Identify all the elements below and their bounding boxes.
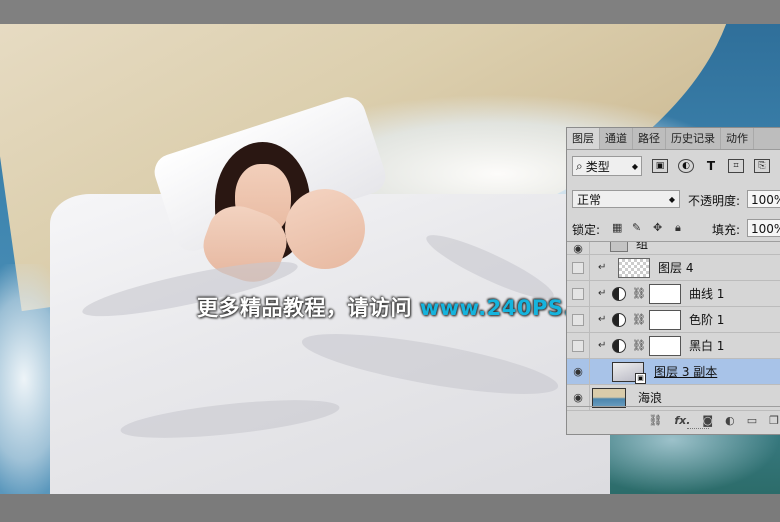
window-top-frame <box>0 0 780 24</box>
watermark-cn: 更多精品教程，请访问 <box>197 296 412 320</box>
opacity-label: 不透明度: <box>688 194 741 208</box>
tab-layers[interactable]: 图层 <box>567 128 600 149</box>
smart-object-icon: ▣ <box>635 372 646 384</box>
layer-mask-thumbnail <box>648 309 681 330</box>
dropdown-arrow-icon: ◆ <box>631 161 638 171</box>
resize-grip[interactable] <box>687 428 709 432</box>
layer-thumbnail <box>592 387 626 408</box>
layer-name[interactable]: 黑白 1 <box>689 337 724 354</box>
watermark-text: 更多精品教程，请访问 www.240PS.com <box>197 292 622 322</box>
tab-history[interactable]: 历史记录 <box>666 128 721 149</box>
smart-object-filter-icon[interactable]: ⎘ <box>754 159 770 173</box>
layer-list: ◉ 组 ↵ 图层 4 ↵ ⛓︎ 曲线 1 ↵ ⛓︎ 色阶 1 ↵ ⛓︎ 黑白 1… <box>567 242 780 411</box>
layer-name[interactable]: 海浪 <box>638 389 662 406</box>
link-icon[interactable]: ⛓︎ <box>648 414 662 427</box>
type-filter-icon[interactable]: T <box>704 160 718 172</box>
layer-row[interactable]: ↵ ⛓︎ 色阶 1 <box>567 307 780 333</box>
layer-row[interactable]: ↵ 图层 4 <box>567 255 780 281</box>
eye-icon[interactable]: ◉ <box>567 359 590 384</box>
clipping-arrow-icon: ↵ <box>598 314 607 325</box>
search-icon: ⌕ <box>576 158 583 173</box>
layer-row-selected[interactable]: ◉ ▣ 图层 3 副本 <box>567 359 780 385</box>
folder-icon[interactable]: ▭ <box>747 414 757 427</box>
lock-transparency-icon[interactable]: ▦ <box>612 221 622 234</box>
link-icon: ⛓︎ <box>632 287 646 300</box>
fill-label: 填充: <box>712 223 741 237</box>
filter-kind-label: 类型 <box>585 159 610 174</box>
window-bottom-frame <box>0 494 780 522</box>
opacity-input[interactable]: 100% <box>747 190 780 208</box>
folder-icon <box>610 242 628 252</box>
layer-row-group[interactable]: ◉ 组 <box>567 242 780 255</box>
tab-channels[interactable]: 通道 <box>600 128 633 149</box>
clipping-arrow-icon: ↵ <box>598 340 607 351</box>
panel-footer: ⛓︎ fx. ◙ ◐ ▭ ❐ <box>567 406 780 433</box>
fx-icon[interactable]: fx. <box>674 414 690 427</box>
adjustment-icon <box>612 312 626 327</box>
blend-mode-value: 正常 <box>577 193 602 207</box>
layer-name[interactable]: 图层 3 副本 <box>654 363 717 380</box>
link-icon: ⛓︎ <box>632 339 646 352</box>
tab-actions[interactable]: 动作 <box>721 128 754 149</box>
adjustment-icon <box>612 338 626 353</box>
new-layer-icon[interactable]: ❐ <box>769 414 779 427</box>
lock-brush-icon[interactable]: ✎ <box>632 221 641 234</box>
blend-mode-select[interactable]: 正常 ◆ <box>572 190 680 208</box>
visibility-toggle[interactable] <box>567 333 590 358</box>
lock-label: 锁定: <box>572 223 601 237</box>
layers-panel: 图层 通道 路径 历史记录 动作 ⌕ 类型 ◆ ▣ ◐ T ⌗ ⎘ 正常 ◆ 不… <box>566 127 780 435</box>
tab-paths[interactable]: 路径 <box>633 128 666 149</box>
layer-thumbnail <box>618 257 650 278</box>
link-icon: ⛓︎ <box>632 313 646 326</box>
layer-mask-thumbnail <box>648 335 681 356</box>
layer-row[interactable]: ↵ ⛓︎ 黑白 1 <box>567 333 780 359</box>
layer-thumbnail: ▣ <box>612 361 646 384</box>
adjustment-filter-icon[interactable]: ◐ <box>678 159 694 173</box>
filter-kind-select[interactable]: ⌕ 类型 ◆ <box>572 156 642 176</box>
layer-name[interactable]: 曲线 1 <box>689 285 724 302</box>
panel-tabs: 图层 通道 路径 历史记录 动作 <box>567 128 780 150</box>
layer-name[interactable]: 图层 4 <box>658 259 693 276</box>
dropdown-arrow-icon: ◆ <box>668 195 675 204</box>
layer-name: 组 <box>636 242 649 251</box>
filter-row: ⌕ 类型 ◆ ▣ ◐ T ⌗ ⎘ <box>572 156 770 176</box>
lock-move-icon[interactable]: ✥ <box>653 221 662 234</box>
layer-mask-thumbnail <box>648 283 681 304</box>
lock-all-icon[interactable]: 🔒︎ <box>675 221 681 235</box>
visibility-toggle[interactable] <box>567 307 590 332</box>
layer-name[interactable]: 色阶 1 <box>689 311 724 328</box>
mask-icon[interactable]: ◙ <box>702 414 713 427</box>
woman-shoulder <box>285 189 365 269</box>
pixel-filter-icon[interactable]: ▣ <box>652 159 668 173</box>
eye-icon[interactable]: ◉ <box>567 242 590 254</box>
layer-row[interactable]: ↵ ⛓︎ 曲线 1 <box>567 281 780 307</box>
clipping-arrow-icon: ↵ <box>598 262 607 273</box>
shape-filter-icon[interactable]: ⌗ <box>728 159 744 173</box>
clipping-arrow-icon: ↵ <box>598 288 607 299</box>
adjustment-icon <box>612 286 626 301</box>
visibility-toggle[interactable] <box>567 281 590 306</box>
fill-input[interactable]: 100% <box>747 219 780 237</box>
visibility-toggle[interactable] <box>567 255 590 280</box>
adjustment-icon[interactable]: ◐ <box>725 414 735 427</box>
